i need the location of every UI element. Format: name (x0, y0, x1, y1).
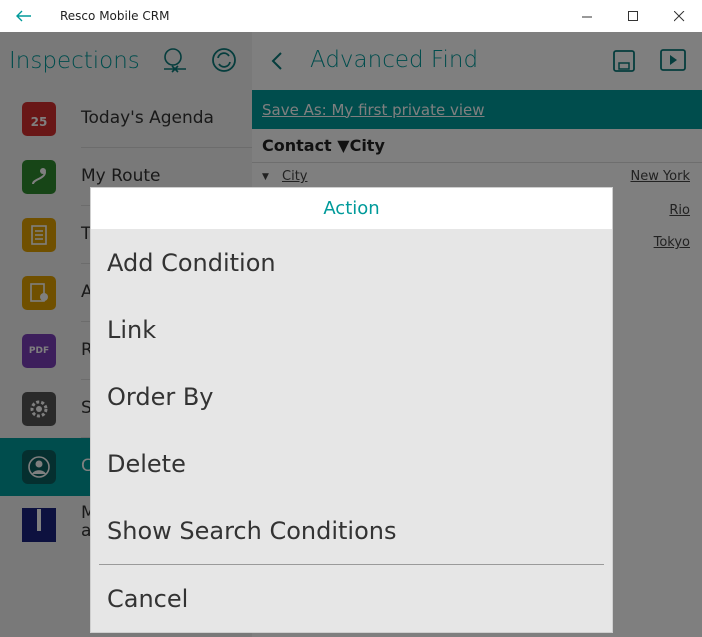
window-title: Resco Mobile CRM (60, 9, 170, 23)
menu-item-link[interactable]: Link (91, 296, 612, 363)
arrow-left-icon (16, 10, 31, 22)
menu-item-delete[interactable]: Delete (91, 430, 612, 497)
menu-item-show-search-conditions[interactable]: Show Search Conditions (91, 497, 612, 564)
close-button[interactable] (656, 0, 702, 32)
minimize-icon (581, 16, 592, 17)
window-controls (564, 0, 702, 32)
menu-item-cancel[interactable]: Cancel (91, 565, 612, 633)
maximize-icon (627, 10, 638, 21)
close-icon (673, 10, 684, 21)
minimize-button[interactable] (564, 0, 610, 32)
title-bar: Resco Mobile CRM (0, 0, 702, 32)
action-dialog: Action Add Condition Link Order By Delet… (91, 188, 612, 632)
maximize-button[interactable] (610, 0, 656, 32)
dialog-header: Action (91, 188, 612, 229)
menu-item-order-by[interactable]: Order By (91, 363, 612, 430)
back-button[interactable] (0, 0, 48, 32)
dialog-title: Action (323, 198, 380, 219)
menu-item-add-condition[interactable]: Add Condition (91, 229, 612, 296)
